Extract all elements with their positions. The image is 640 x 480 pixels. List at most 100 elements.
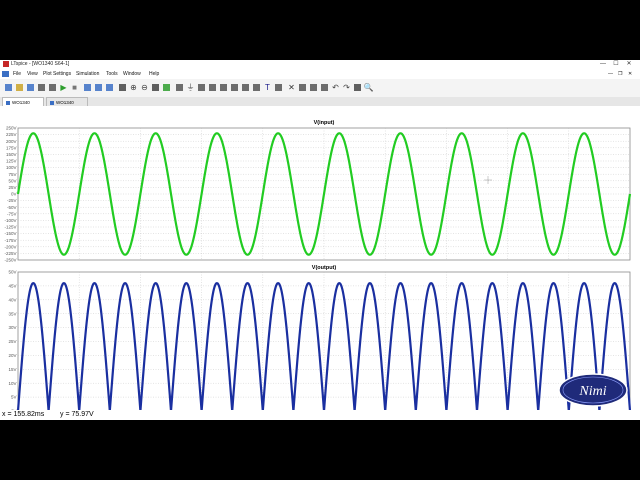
- input-pane-y-tick-label: 175V: [6, 145, 17, 150]
- plot-tab-icon: [50, 100, 54, 105]
- input-pane-y-tick-label: -75V: [7, 211, 17, 216]
- tile-vertical-icon[interactable]: [83, 82, 92, 93]
- diode-icon[interactable]: [241, 82, 250, 93]
- output-pane-y-tick-label: 35V: [8, 311, 16, 316]
- input-pane-y-tick-label: -250V: [4, 258, 16, 263]
- title-bar: LTspice - [WO1340 S64-1] — ☐ ✕: [0, 60, 640, 69]
- new-schematic-icon[interactable]: [4, 82, 13, 93]
- print-icon[interactable]: [48, 82, 57, 93]
- cursor-x-readout: x = 155.82ms: [2, 411, 45, 418]
- input-pane-y-tick-label: -50V: [7, 205, 17, 210]
- menu-window[interactable]: Window: [123, 69, 141, 79]
- output-pane-y-tick-label: 45V: [8, 284, 16, 289]
- waveform-viewer[interactable]: 250V 225V 200V 175V 150V 125V 100V 75V 50V 25V 0V -…: [0, 106, 640, 420]
- save-icon[interactable]: [26, 82, 35, 93]
- ground-icon[interactable]: ⏚: [186, 82, 195, 93]
- window-title: LTspice - [WO1340 S64-1]: [11, 61, 70, 67]
- redo-icon[interactable]: ↷: [342, 82, 351, 93]
- tab-plot-2[interactable]: WO1340 S64-1: [46, 97, 88, 114]
- run-icon[interactable]: ▶: [59, 82, 68, 93]
- print-setup-icon[interactable]: [37, 82, 46, 93]
- output-pane-y-tick-label: 15V: [8, 367, 16, 372]
- tile-horizontal-icon[interactable]: [94, 82, 103, 93]
- input-pane-y-tick-label: 125V: [6, 159, 17, 164]
- plot-tab-icon: [6, 100, 10, 105]
- output-pane-y-tick-label: 40V: [8, 297, 16, 302]
- document-icon[interactable]: [2, 71, 9, 77]
- tab-plot-1[interactable]: WO1340 S64-1: [2, 97, 44, 114]
- status-bar: x = 155.82ms y = 75.97V: [0, 410, 640, 420]
- output-pane-y-tick-label: 50V: [8, 270, 16, 275]
- input-pane-y-tick-label: 75V: [8, 172, 16, 177]
- text-icon[interactable]: T: [263, 82, 272, 93]
- spice-directive-icon[interactable]: [274, 82, 283, 93]
- input-pane-y-tick-label: 0V: [11, 192, 17, 197]
- resistor-icon[interactable]: [208, 82, 217, 93]
- mdi-close-button[interactable]: ✕: [628, 69, 632, 79]
- inductor-icon[interactable]: [230, 82, 239, 93]
- input-pane-title: V(input): [314, 120, 335, 126]
- capacitor-icon[interactable]: [219, 82, 228, 93]
- pane-v-output[interactable]: 50V45V40V35V30V25V20V15V10V5V0VV(output): [8, 265, 632, 414]
- ltspice-window: LTspice - [WO1340 S64-1] — ☐ ✕ File View…: [0, 60, 640, 420]
- output-pane-y-tick-label: 20V: [8, 353, 16, 358]
- nimi-logo: Nimi: [558, 373, 628, 407]
- rotate-icon[interactable]: [353, 82, 362, 93]
- undo-icon[interactable]: ↶: [331, 82, 340, 93]
- maximize-button[interactable]: ☐: [610, 60, 622, 69]
- delete-icon[interactable]: ✕: [287, 82, 296, 93]
- close-button[interactable]: ✕: [623, 60, 635, 69]
- autorange-icon[interactable]: [162, 82, 171, 93]
- input-pane-y-tick-label: 225V: [6, 132, 17, 137]
- menu-tools[interactable]: Tools: [106, 69, 118, 79]
- menu-plot-settings[interactable]: Plot Settings: [43, 69, 71, 79]
- pane-v-input[interactable]: 250V225V200V175V150V125V100V75V50V25V0V-…: [4, 120, 632, 263]
- drag-icon[interactable]: [320, 82, 329, 93]
- output-pane-y-tick-label: 25V: [8, 339, 16, 344]
- menu-help[interactable]: Help: [149, 69, 159, 79]
- copy-icon[interactable]: [298, 82, 307, 93]
- find-icon[interactable]: 🔍: [364, 82, 374, 93]
- input-pane-y-tick-label: 200V: [6, 139, 17, 144]
- input-pane-y-tick-label: 250V: [6, 126, 17, 131]
- logo-text: Nimi: [578, 384, 606, 399]
- halt-icon[interactable]: ■: [70, 82, 79, 93]
- menu-simulation[interactable]: Simulation: [76, 69, 99, 79]
- cursor-y-readout: y = 75.97V: [60, 411, 94, 418]
- menu-file[interactable]: File: [13, 69, 21, 79]
- ltspice-app-icon: [3, 61, 9, 67]
- input-pane-y-tick-label: 25V: [8, 185, 16, 190]
- input-pane-y-tick-label: -200V: [4, 244, 16, 249]
- input-pane-y-tick-label: -225V: [4, 251, 16, 256]
- zoom-out-icon[interactable]: ⊖: [140, 82, 149, 93]
- input-pane-y-tick-label: -25V: [7, 198, 17, 203]
- zoom-fit-icon[interactable]: [151, 82, 160, 93]
- output-pane-title: V(output): [312, 265, 337, 271]
- toolbar: ▶ ■ ⊕ ⊖ ⏚ T ✕ ↶ ↷ 🔍: [0, 79, 640, 98]
- move-icon[interactable]: [309, 82, 318, 93]
- input-pane-y-tick-label: -125V: [4, 225, 16, 230]
- menu-bar: File View Plot Settings Simulation Tools…: [0, 69, 640, 79]
- cascade-icon[interactable]: [105, 82, 114, 93]
- input-pane-y-tick-label: 50V: [8, 178, 16, 183]
- component-icon[interactable]: [252, 82, 261, 93]
- open-icon[interactable]: [15, 82, 24, 93]
- output-pane-y-tick-label: 10V: [8, 381, 16, 386]
- input-pane-y-tick-label: 100V: [6, 165, 17, 170]
- input-pane-y-tick-label: -150V: [4, 231, 16, 236]
- waveform-plots[interactable]: 250V225V200V175V150V125V100V75V50V25V0V-…: [0, 106, 640, 420]
- minimize-button[interactable]: —: [597, 60, 609, 69]
- input-pane-y-tick-label: 150V: [6, 152, 17, 157]
- wire-icon[interactable]: [175, 82, 184, 93]
- input-pane-y-tick-label: -175V: [4, 238, 16, 243]
- zoom-in-icon[interactable]: ⊕: [129, 82, 138, 93]
- input-pane-y-tick-label: -100V: [4, 218, 16, 223]
- pan-icon[interactable]: [118, 82, 127, 93]
- mdi-minimize-button[interactable]: —: [608, 69, 613, 79]
- menu-view[interactable]: View: [27, 69, 38, 79]
- label-icon[interactable]: [197, 82, 206, 93]
- output-pane-y-tick-label: 30V: [8, 325, 16, 330]
- tab-bar: WO1340 S64-1 WO1340 S64-1: [0, 97, 640, 114]
- output-pane-y-tick-label: 5V: [11, 395, 17, 400]
- mdi-restore-button[interactable]: ❐: [618, 69, 622, 79]
